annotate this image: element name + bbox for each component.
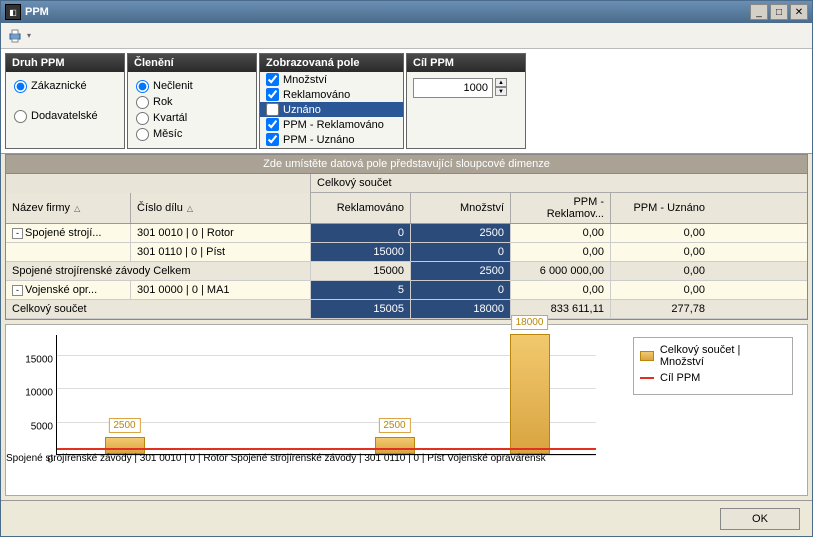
legend-line-label: Cíl PPM [660,372,700,384]
close-button[interactable]: ✕ [790,4,808,20]
field-item[interactable]: Uznáno [260,102,403,117]
pivot-table: Zde umístěte datová pole představující s… [5,154,808,320]
chart-legend: Celkový součet | Množství Cíl PPM [633,337,793,395]
radio-zakaznicke[interactable]: Zákaznické [14,78,116,94]
legend-series-label: Celkový součet | Množství [660,344,786,368]
column-headers: Název firmy△ Číslo dílu△ Reklamováno Mno… [6,193,807,224]
col-ppm-uznano[interactable]: PPM - Uznáno [611,193,711,223]
expander-icon[interactable]: - [12,285,23,296]
col-reklamovano[interactable]: Reklamováno [311,193,411,223]
field-item[interactable]: Množství [260,72,403,87]
radio-rok[interactable]: Rok [136,94,248,110]
chart-plot: 0500010000150002500250018000 [56,335,596,455]
chart-bar [510,334,550,454]
radio-dodavatelske[interactable]: Dodavatelské [14,108,116,124]
legend-line-swatch [640,377,654,379]
table-row[interactable]: Celkový součet1500518000833 611,11277,78 [6,300,807,319]
y-tick: 5000 [17,421,53,432]
radio-mesic[interactable]: Měsíc [136,126,248,142]
footer: OK [1,500,812,536]
table-row[interactable]: -Spojené strojí...301 0010 | 0 | Rotor02… [6,224,807,243]
minimize-button[interactable]: _ [750,4,768,20]
config-panels: Druh PPM Zákaznické Dodavatelské Členění… [1,49,812,154]
panel-pole-header: Zobrazovaná pole [260,54,403,72]
panel-cil: Cíl PPM ▲ ▼ [406,53,526,149]
legend-bar-swatch [640,351,654,361]
panel-cleneni: Členění Nečlenit Rok Kvartál Měsíc [127,53,257,149]
col-ppm-reklamovano[interactable]: PPM - Reklamov... [511,193,611,223]
toolbar: ▾ [1,23,812,49]
print-dropdown-icon[interactable]: ▾ [27,31,31,40]
pivot-drop-hint[interactable]: Zde umístěte datová pole představující s… [6,155,807,174]
col-nazev[interactable]: Název firmy△ [6,193,131,223]
radio-kvartal[interactable]: Kvartál [136,110,248,126]
cil-input[interactable] [413,78,493,98]
col-mnozstvi[interactable]: Množství [411,193,511,223]
bar-label: 18000 [511,315,549,330]
panel-druh-header: Druh PPM [6,54,124,72]
panel-pole: Zobrazovaná pole MnožstvíReklamovánoUzná… [259,53,404,149]
bar-label: 2500 [108,418,140,433]
chart-x-labels: Spojené strojírenské závody | 301 0010 |… [6,453,546,464]
app-icon: ◧ [5,4,21,20]
window-title: PPM [25,6,748,18]
expander-icon[interactable]: - [12,228,23,239]
table-row[interactable]: -Vojenské opr...301 0000 | 0 | MA1500,00… [6,281,807,300]
app-window: ◧ PPM _ □ ✕ ▾ Druh PPM Zákaznické Dodava… [0,0,813,537]
y-tick: 15000 [17,355,53,366]
sort-icon[interactable]: △ [74,204,80,213]
cil-line [57,448,596,450]
spinner-up-icon[interactable]: ▲ [495,78,507,87]
titlebar: ◧ PPM _ □ ✕ [1,1,812,23]
field-item[interactable]: PPM - Reklamováno [260,117,403,132]
chart-bar [375,437,415,454]
chart-bar [105,437,145,454]
col-cislo[interactable]: Číslo dílu△ [131,193,311,223]
pivot-group-title: Celkový součet [311,174,807,193]
maximize-button[interactable]: □ [770,4,788,20]
field-item[interactable]: Reklamováno [260,87,403,102]
panel-cil-header: Cíl PPM [407,54,525,72]
radio-neclenit[interactable]: Nečlenit [136,78,248,94]
bar-label: 2500 [378,418,410,433]
table-row[interactable]: Spojené strojírenské závody Celkem150002… [6,262,807,281]
cil-spinner[interactable]: ▲ ▼ [495,78,507,96]
table-row[interactable]: 301 0110 | 0 | Píst1500000,000,00 [6,243,807,262]
chart: 0500010000150002500250018000 Spojené str… [5,324,808,496]
ok-button[interactable]: OK [720,508,800,530]
sort-icon[interactable]: △ [187,204,193,213]
panel-cleneni-header: Členění [128,54,256,72]
panel-druh: Druh PPM Zákaznické Dodavatelské [5,53,125,149]
y-tick: 10000 [17,388,53,399]
print-icon[interactable] [5,26,25,46]
field-item[interactable]: PPM - Uznáno [260,132,403,147]
spinner-down-icon[interactable]: ▼ [495,87,507,96]
